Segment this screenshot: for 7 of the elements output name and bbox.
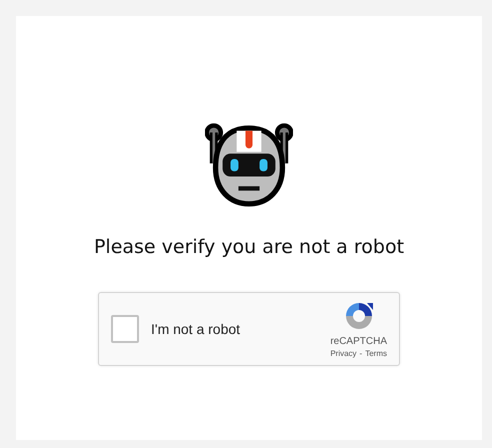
footer-link[interactable]: Terms <box>365 349 387 358</box>
checkbox-label: I'm not a robot <box>151 321 242 337</box>
separator: - <box>360 349 362 358</box>
footer-link[interactable]: Privacy <box>330 349 357 358</box>
heading: Please verify you are not a robot <box>94 236 404 258</box>
checkbox[interactable] <box>111 315 139 343</box>
brand-text: reCAPTCHA <box>330 336 387 347</box>
